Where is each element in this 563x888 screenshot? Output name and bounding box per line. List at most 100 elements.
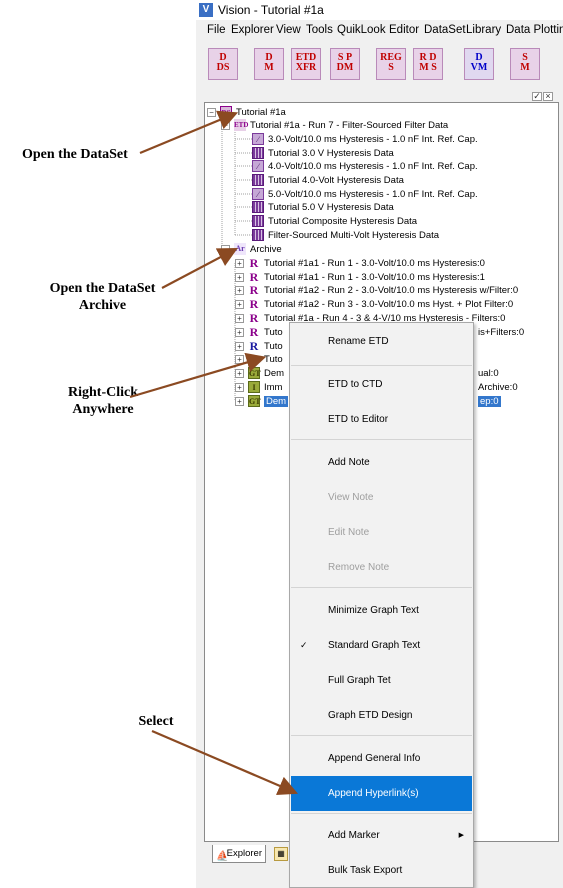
tree-node-archive-item[interactable]: + R Tutorial #1a2 - Run 2 - 3.0-Volt/10.0 … <box>235 284 518 297</box>
tree-node-run7[interactable]: − ETD Tutorial #1a - Run 7 - Filter-Source… <box>221 119 448 132</box>
menu-item-minimize-graph-text[interactable]: Minimize Graph Text <box>291 593 472 628</box>
tree-node-dataset-root[interactable]: − DS Tutorial #1a <box>207 106 286 119</box>
etd-transfer-icon-sub: XFR <box>295 62 317 73</box>
menu-dataset[interactable]: DataSet <box>424 24 466 36</box>
menu-item-etd-to-ctd[interactable]: ETD to CTD <box>291 367 472 402</box>
tree-node-archive-item[interactable]: + R Tuto <box>235 353 283 366</box>
window-title: Vision - Tutorial #1a <box>218 3 324 17</box>
data-grid-icon <box>252 201 264 214</box>
tree-node-run7-child[interactable]: Tutorial 5.0 V Hysteresis Data <box>252 201 394 214</box>
menu-item-etd-to-editor[interactable]: ETD to Editor <box>291 402 472 437</box>
tree-node-run7-child[interactable]: ⁄ 3.0-Volt/10.0 ms Hysteresis - 1.0 nF In… <box>252 133 478 146</box>
expand-icon[interactable]: + <box>235 341 244 351</box>
menu-item-label: Add Marker <box>328 830 380 841</box>
tree-node-archive-item[interactable]: + R Tuto <box>235 326 283 339</box>
expand-icon[interactable]: + <box>235 382 244 392</box>
data-grid-icon <box>252 229 264 242</box>
run-r-icon: R <box>249 283 259 298</box>
tree-node-archive-item-selected[interactable]: + GT Dem <box>235 395 289 408</box>
menu-item-label: Append Hyperlink(s) <box>328 788 419 799</box>
toolbar-spdm-button[interactable]: S P DM <box>330 48 360 80</box>
tree-node-label: Tutorial #1a1 - Run 1 - 3.0-Volt/10.0 ms… <box>264 272 485 283</box>
expand-icon[interactable]: + <box>235 396 244 406</box>
toolbar-sm-button[interactable]: SM <box>510 48 540 80</box>
menu-item-append-hyperlinks[interactable]: Append Hyperlink(s) <box>291 776 472 811</box>
expand-icon[interactable]: + <box>235 272 244 282</box>
tree-node-archive-item[interactable]: + R Tutorial #1a1 - Run 1 - 3.0-Volt/10.0 … <box>235 257 485 270</box>
menu-item-add-marker[interactable]: Add Marker ▶ <box>291 818 472 853</box>
annotation-open-archive-line2: Archive <box>78 298 127 313</box>
menu-item-standard-graph-text[interactable]: ✓ Standard Graph Text <box>291 628 472 663</box>
sm-icon-sub: M <box>520 62 530 73</box>
toolbar-dataset-button[interactable]: D DS <box>208 48 238 80</box>
expand-icon[interactable]: + <box>235 368 244 378</box>
menu-explorer[interactable]: Explorer <box>231 24 274 36</box>
menu-item-add-note[interactable]: Add Note <box>291 445 472 480</box>
tree-node-run7-child[interactable]: Filter-Sourced Multi-Volt Hysteresis Dat… <box>252 229 439 242</box>
menu-tools[interactable]: Tools <box>306 24 333 36</box>
menu-editor[interactable]: Editor <box>389 24 419 36</box>
tree-node-archive-item[interactable]: + I Imm <box>235 381 282 394</box>
tree-node-label: Dem <box>264 368 285 379</box>
menu-library[interactable]: Library <box>466 24 501 36</box>
tree-node-run7-child[interactable]: Tutorial 4.0-Volt Hysteresis Data <box>252 174 404 187</box>
tree-node-label: Tutorial 4.0-Volt Hysteresis Data <box>268 175 404 186</box>
expand-icon[interactable]: + <box>235 354 244 364</box>
menu-item-view-note: View Note <box>291 480 472 515</box>
title-bar: V Vision - Tutorial #1a <box>196 0 563 20</box>
tree-node-label: Tutorial Composite Hysteresis Data <box>268 216 418 227</box>
regs-icon-sub: S <box>388 62 394 73</box>
expand-icon[interactable]: + <box>235 313 244 323</box>
expand-icon[interactable]: + <box>235 299 244 309</box>
expand-icon[interactable]: + <box>235 285 244 295</box>
tab-library-icon[interactable]: ▦ <box>274 847 288 861</box>
tree-node-archive-item[interactable]: + GT Dem <box>235 367 284 380</box>
tree-node-run7-child[interactable]: ⁄ 4.0-Volt/10.0 ms Hysteresis - 1.0 nF In… <box>252 160 478 173</box>
tree-node-archive[interactable]: − Ar Archive <box>221 243 282 256</box>
tree-node-run7-child[interactable]: Tutorial Composite Hysteresis Data <box>252 215 417 228</box>
run-r-icon: R <box>249 325 259 340</box>
pane-pin-icon[interactable]: ✓ <box>532 92 542 101</box>
menu-item-label: Full Graph Tet <box>328 675 391 686</box>
vision-app-icon: V <box>199 3 213 17</box>
pane-buttons: ✓ × <box>531 91 553 101</box>
tree-suffix-text: Archive:0 <box>478 382 518 393</box>
tree-node-archive-item[interactable]: + R Tuto <box>235 340 283 353</box>
expand-icon[interactable]: + <box>235 327 244 337</box>
collapse-icon[interactable]: − <box>221 244 230 254</box>
collapse-icon[interactable]: − <box>207 107 216 117</box>
menu-item-bulk-task-export[interactable]: Bulk Task Export <box>291 853 472 887</box>
run-r-icon: R <box>249 297 259 312</box>
toolbar-etd-transfer-button[interactable]: ETD XFR <box>291 48 321 80</box>
gt-icon: GT <box>248 367 261 380</box>
tree-node-label: Tutorial #1a1 - Run 1 - 3.0-Volt/10.0 ms… <box>264 258 485 269</box>
tree-node-label: Tuto <box>264 354 283 365</box>
toolbar-regs-button[interactable]: REG S <box>376 48 406 80</box>
pane-close-icon[interactable]: × <box>543 92 553 101</box>
tree-node-label: Filter-Sourced Multi-Volt Hysteresis Dat… <box>268 230 440 241</box>
menu-file[interactable]: File <box>207 24 226 36</box>
menu-item-rename-etd[interactable]: Rename ETD <box>291 324 472 359</box>
annotation-right-click: Right-Click Anywhere <box>48 384 158 418</box>
tree-node-archive-item[interactable]: + R Tutorial #1a2 - Run 3 - 3.0-Volt/10.0 … <box>235 298 513 311</box>
expand-icon[interactable]: + <box>235 258 244 268</box>
collapse-icon[interactable]: − <box>221 120 230 130</box>
tab-explorer[interactable]: ⛵ Explorer <box>212 845 266 863</box>
menu-quiklook[interactable]: QuikLook <box>337 24 386 36</box>
toolbar-dvm-button[interactable]: D VM <box>464 48 494 80</box>
tree-node-archive-item[interactable]: + R Tutorial #1a1 - Run 1 - 3.0-Volt/10.0 … <box>235 271 485 284</box>
menu-item-edit-note: Edit Note <box>291 515 472 550</box>
toolbar-rdms-button[interactable]: R DM S <box>413 48 443 80</box>
menu-item-label: Append General Info <box>328 753 421 764</box>
menu-data-plotting[interactable]: Data Plotting <box>506 24 563 36</box>
tree-node-label: Tutorial #1a <box>236 107 286 118</box>
menu-item-graph-etd-design[interactable]: Graph ETD Design <box>291 698 472 733</box>
menu-item-full-graph-text[interactable]: Full Graph Tet <box>291 663 472 698</box>
tree-node-run7-child[interactable]: ⁄ 5.0-Volt/10.0 ms Hysteresis - 1.0 nF In… <box>252 188 478 201</box>
menu-separator <box>291 587 472 588</box>
tree-node-run7-child[interactable]: Tutorial 3.0 V Hysteresis Data <box>252 147 394 160</box>
menu-item-append-general-info[interactable]: Append General Info <box>291 741 472 776</box>
tree-node-label: Imm <box>264 382 283 393</box>
menu-view[interactable]: View <box>276 24 301 36</box>
toolbar-data-manager-button[interactable]: DM <box>254 48 284 80</box>
